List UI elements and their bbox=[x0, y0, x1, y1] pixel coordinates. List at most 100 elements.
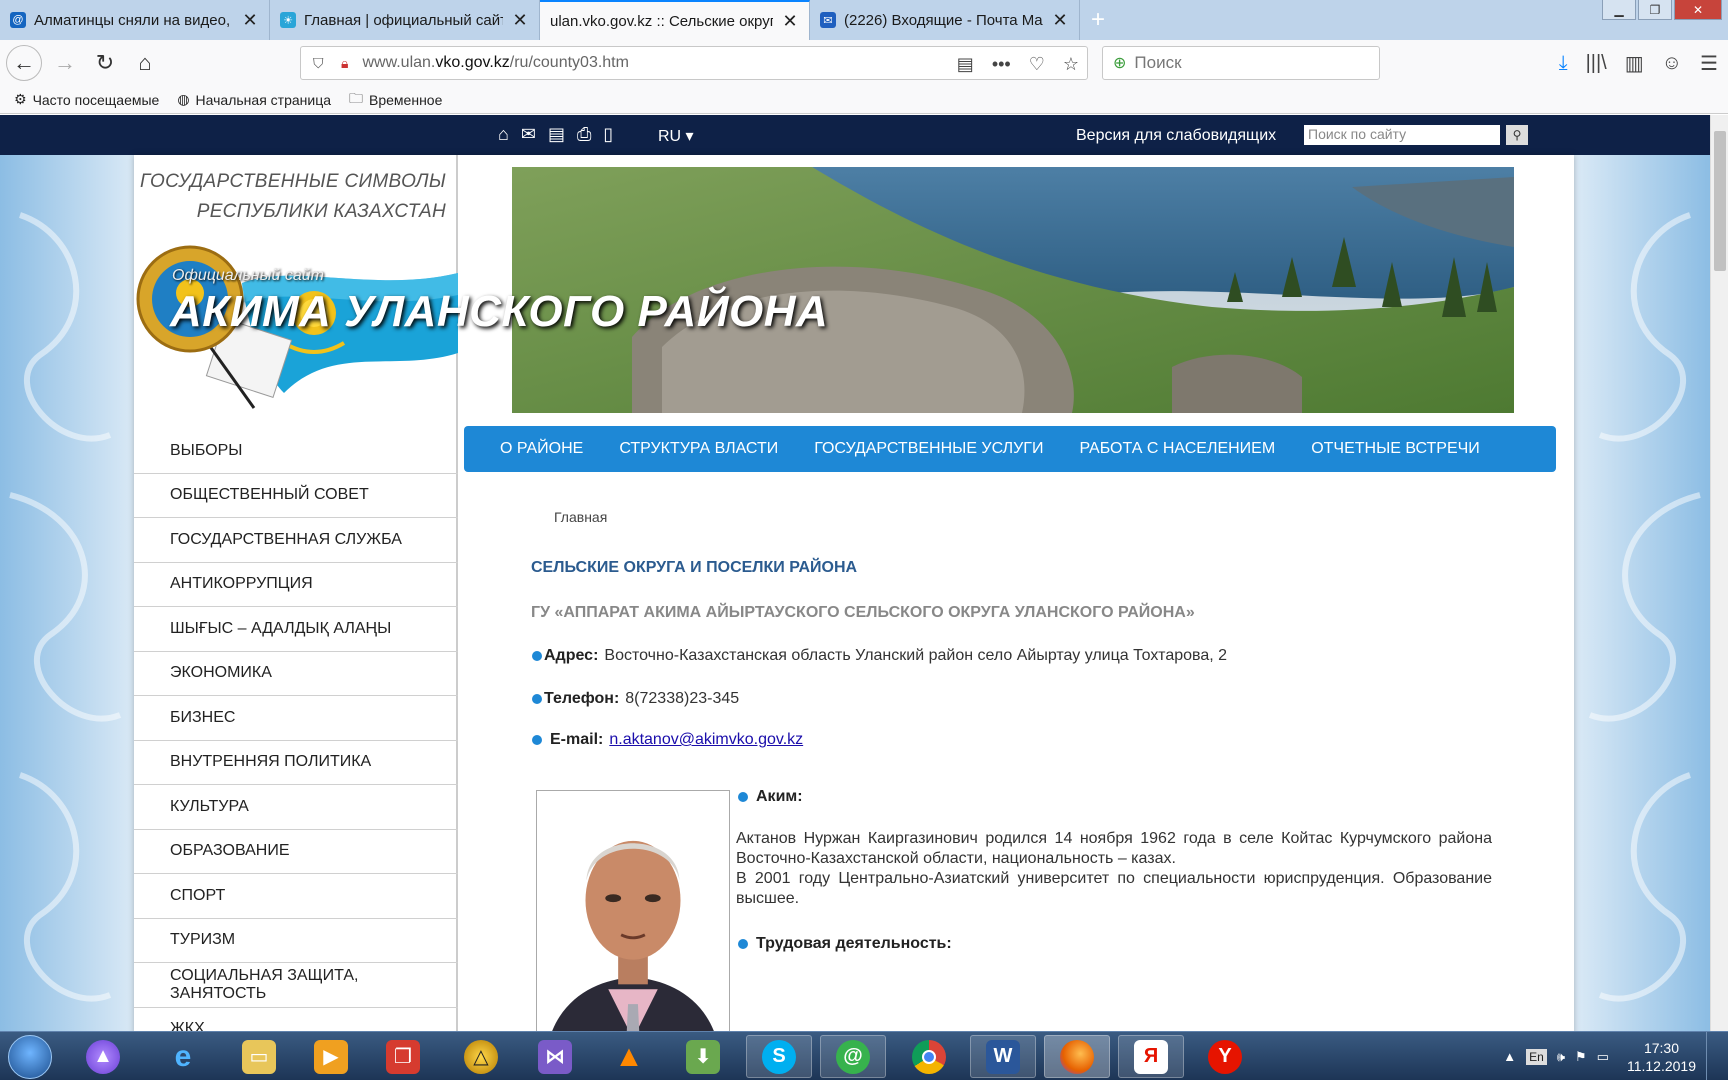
print-icon[interactable]: ⎙ bbox=[577, 124, 591, 145]
browser-search-input[interactable]: ⊕ Поиск bbox=[1102, 46, 1380, 80]
sidebar-menu-item[interactable]: ОБЩЕСТВЕННЫЙ СОВЕТ bbox=[134, 474, 458, 518]
sitemap-icon[interactable]: ▤ bbox=[548, 124, 565, 145]
scrollbar-thumb[interactable] bbox=[1714, 131, 1726, 271]
bookmark-star-icon[interactable]: ☆ bbox=[1063, 54, 1079, 75]
new-tab-button[interactable]: + bbox=[1080, 0, 1116, 40]
sidebar-menu-item[interactable]: ВЫБОРЫ bbox=[134, 429, 458, 474]
shield-icon[interactable]: ⛉ bbox=[313, 55, 329, 72]
taskbar-app-skype[interactable]: S bbox=[746, 1035, 812, 1078]
reader-view-icon[interactable]: ▤ bbox=[957, 54, 974, 75]
sidebar-menu-item[interactable]: СОЦИАЛЬНАЯ ЗАЩИТА, ЗАНЯТОСТЬ bbox=[134, 963, 458, 1008]
top-nav-item[interactable]: О РАЙОНЕ bbox=[500, 440, 583, 458]
tab-4[interactable]: ✉ (2226) Входящие - Почта Mail ✕ bbox=[810, 0, 1080, 40]
volume-icon[interactable]: 🕪︎ bbox=[1557, 1049, 1565, 1065]
globe-icon: ◍ bbox=[177, 91, 190, 107]
bookmarks-bar: ⚙ Часто посещаемые ◍ Начальная страница 🗀 В… bbox=[0, 86, 1728, 114]
state-symbols-link[interactable]: ГОСУДАРСТВЕННЫЕ СИМВОЛЫ РЕСПУБЛИКИ КАЗАХ… bbox=[140, 167, 446, 227]
taskbar-app-vlc[interactable]: ▲ bbox=[596, 1035, 662, 1078]
home-icon[interactable]: ⌂ bbox=[498, 124, 509, 145]
page-viewport: ⌂ ✉ ▤ ⎙ ▯ RU ▾ Версия для слабовидящих П… bbox=[0, 115, 1710, 1031]
taskbar-app-chrome[interactable] bbox=[896, 1035, 962, 1078]
sidebar-menu-item[interactable]: КУЛЬТУРА bbox=[134, 785, 458, 830]
tab-2[interactable]: ☀ Главная | официальный сайт а ✕ bbox=[270, 0, 540, 40]
site-search-button[interactable]: ⚲ bbox=[1506, 125, 1528, 145]
mail-icon[interactable]: ✉ bbox=[521, 124, 536, 145]
organization-title: ГУ «АППАРАТ АКИМА АЙЫРТАУСКОГО СЕЛЬСКОГО… bbox=[531, 604, 1195, 621]
taskbar-app-vs[interactable]: ⋈ bbox=[522, 1035, 588, 1078]
account-icon[interactable]: ☺ bbox=[1662, 52, 1682, 75]
back-button[interactable]: ← bbox=[6, 45, 42, 81]
taskbar-app-firefox[interactable] bbox=[1044, 1035, 1110, 1078]
home-button[interactable]: ⌂ bbox=[128, 46, 162, 80]
site-search-input[interactable]: Поиск по сайту bbox=[1304, 125, 1500, 145]
taskbar-app-yandex-browser[interactable]: Y bbox=[1192, 1035, 1258, 1078]
top-nav-item[interactable]: ГОСУДАРСТВЕННЫЕ УСЛУГИ bbox=[814, 440, 1043, 458]
library-icon[interactable]: |||\ bbox=[1586, 52, 1607, 75]
content-panel: ГОСУДАРСТВЕННЫЕ СИМВОЛЫ РЕСПУБЛИКИ КАЗАХ… bbox=[134, 155, 1574, 1031]
bookmark-most-visited[interactable]: ⚙ Часто посещаемые bbox=[14, 91, 159, 108]
close-window-button[interactable]: ✕ bbox=[1674, 0, 1722, 20]
tab-1[interactable]: @ Алматинцы сняли на видео, к ✕ bbox=[0, 0, 270, 40]
search-placeholder: Поиск bbox=[1134, 53, 1182, 72]
taskbar-app-ie[interactable]: e bbox=[150, 1035, 216, 1078]
email-row: E-mail: n.aktanov@akimvko.gov.kz bbox=[532, 731, 803, 749]
breadcrumb[interactable]: Главная bbox=[554, 509, 607, 525]
close-icon[interactable]: ✕ bbox=[781, 11, 799, 32]
sidebar-menu-item[interactable]: ОБРАЗОВАНИЕ bbox=[134, 830, 458, 874]
taskbar-app-mail-agent[interactable]: @ bbox=[820, 1035, 886, 1078]
mobile-icon[interactable]: ▯ bbox=[603, 124, 613, 145]
bookmark-home-page[interactable]: ◍ Начальная страница bbox=[177, 91, 331, 108]
sidebar-menu-item[interactable]: СПОРТ bbox=[134, 874, 458, 919]
tab-bar: @ Алматинцы сняли на видео, к ✕ ☀ Главна… bbox=[0, 0, 1728, 40]
start-button[interactable] bbox=[8, 1035, 52, 1079]
close-icon[interactable]: ✕ bbox=[1051, 10, 1069, 31]
low-vision-link[interactable]: Версия для слабовидящих bbox=[1076, 127, 1276, 145]
sidebar-menu-item[interactable]: ЖКХ bbox=[134, 1008, 458, 1031]
bookmark-temporary[interactable]: 🗀 Временное bbox=[349, 88, 442, 112]
insecure-lock-icon[interactable]: 🔒︎ bbox=[341, 55, 348, 72]
taskbar-app-media[interactable]: ▶ bbox=[298, 1035, 364, 1078]
taskbar-app-explorer[interactable]: ▭ bbox=[226, 1035, 292, 1078]
taskbar-app-documents[interactable]: ❐ bbox=[370, 1035, 436, 1078]
sidebar-menu-item[interactable]: ШЫҒЫС – АДАЛДЫҚ АЛАҢЫ bbox=[134, 607, 458, 652]
sidebar-menu-item[interactable]: БИЗНЕС bbox=[134, 696, 458, 741]
input-language[interactable]: En bbox=[1526, 1048, 1547, 1065]
more-actions-icon[interactable]: ••• bbox=[992, 54, 1011, 75]
taskbar-app-word[interactable]: W bbox=[970, 1035, 1036, 1078]
vlc-icon: ▲ bbox=[614, 1039, 644, 1073]
reload-button[interactable]: ↻ bbox=[88, 46, 122, 80]
network-icon[interactable]: ▭ bbox=[1597, 1049, 1609, 1065]
url-text[interactable]: www.ulan.vko.gov.kz/ru/county03.htm bbox=[362, 54, 629, 72]
mail-ru-icon: @ bbox=[10, 12, 26, 28]
page-scrollbar[interactable] bbox=[1710, 115, 1728, 1031]
taskbar-app-installer[interactable]: ⬇ bbox=[670, 1035, 736, 1078]
show-desktop-button[interactable] bbox=[1706, 1032, 1718, 1080]
taskbar-app-yandex[interactable]: Я bbox=[1118, 1035, 1184, 1078]
sidebar-icon[interactable]: ▥ bbox=[1625, 51, 1644, 76]
maximize-button[interactable]: ❐ bbox=[1638, 0, 1672, 20]
top-nav-item[interactable]: ОТЧЕТНЫЕ ВСТРЕЧИ bbox=[1311, 440, 1480, 458]
menu-icon[interactable]: ☰ bbox=[1700, 51, 1718, 76]
close-icon[interactable]: ✕ bbox=[241, 10, 259, 31]
sidebar-menu-item[interactable]: ГОСУДАРСТВЕННАЯ СЛУЖБА bbox=[134, 518, 458, 563]
taskbar-app-triangle[interactable]: △ bbox=[448, 1035, 514, 1078]
tray-expand-icon[interactable]: ▲ bbox=[1503, 1049, 1516, 1064]
tab-3-active[interactable]: ulan.vko.gov.kz :: Сельские округа ✕ bbox=[540, 0, 810, 40]
url-bar[interactable]: ⛉ 🔒︎ www.ulan.vko.gov.kz/ru/county03.htm… bbox=[300, 46, 1088, 80]
top-nav-item[interactable]: СТРУКТУРА ВЛАСТИ bbox=[619, 440, 778, 458]
forward-button[interactable]: → bbox=[48, 46, 82, 80]
language-select[interactable]: RU ▾ bbox=[658, 126, 694, 146]
email-link[interactable]: n.aktanov@akimvko.gov.kz bbox=[609, 731, 803, 749]
taskbar-app-alice[interactable]: ▲ bbox=[70, 1035, 136, 1078]
pocket-icon[interactable]: ♡ bbox=[1029, 54, 1045, 75]
sidebar-menu-item[interactable]: ЭКОНОМИКА bbox=[134, 652, 458, 696]
close-icon[interactable]: ✕ bbox=[511, 10, 529, 31]
sidebar-menu-item[interactable]: АНТИКОРРУПЦИЯ bbox=[134, 563, 458, 607]
sidebar-menu-item[interactable]: ВНУТРЕННЯЯ ПОЛИТИКА bbox=[134, 741, 458, 785]
minimize-button[interactable]: ▁ bbox=[1602, 0, 1636, 20]
clock[interactable]: 17:30 11.12.2019 bbox=[1627, 1039, 1696, 1075]
sidebar-menu-item[interactable]: ТУРИЗМ bbox=[134, 919, 458, 963]
download-icon[interactable]: ⤓ bbox=[1559, 52, 1568, 75]
top-nav-item[interactable]: РАБОТА С НАСЕЛЕНИЕМ bbox=[1079, 440, 1275, 458]
flag-icon[interactable]: ⚑ bbox=[1575, 1049, 1587, 1065]
